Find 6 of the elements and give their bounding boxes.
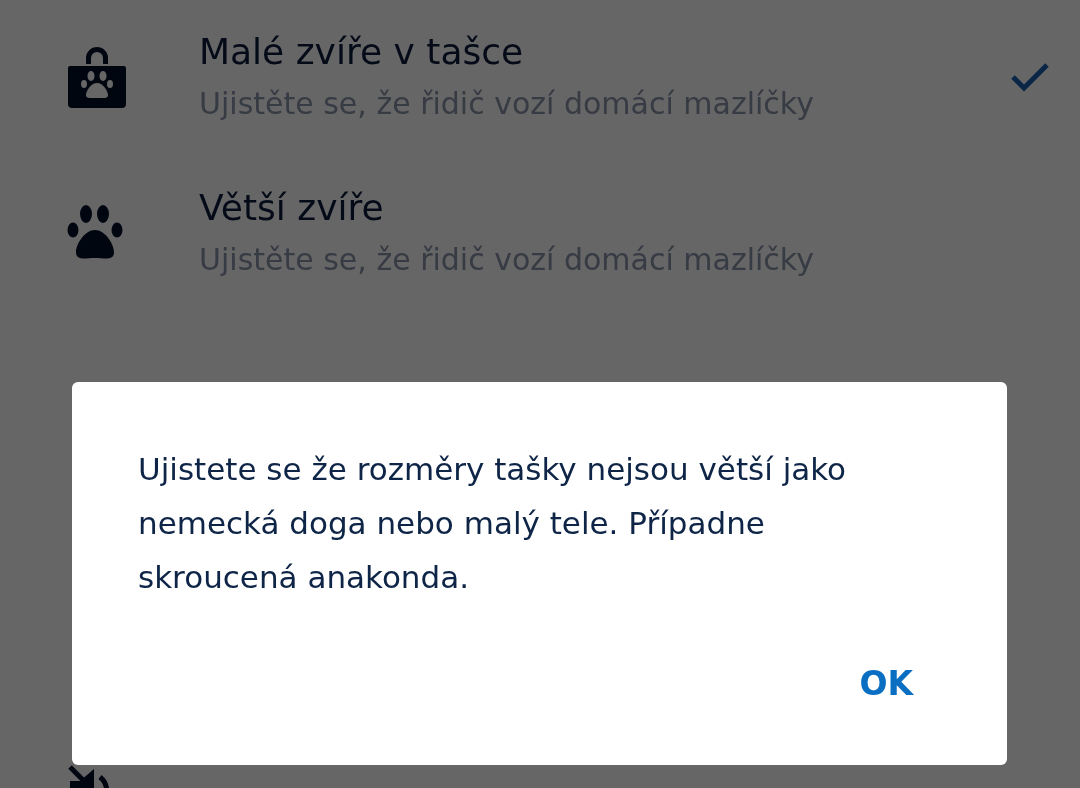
paw-icon: [66, 205, 124, 261]
bag-paw-icon: [66, 46, 128, 108]
dialog-message: Ujistete se že rozměry tašky nejsou větší jako nemecká doga nebo malý tele. Případne skroucená anakonda.: [138, 450, 848, 597]
ok-button[interactable]: OK: [851, 660, 921, 707]
option-title: Malé zvíře v tašce: [199, 30, 525, 74]
option-title: Větší zvíře: [199, 186, 385, 230]
